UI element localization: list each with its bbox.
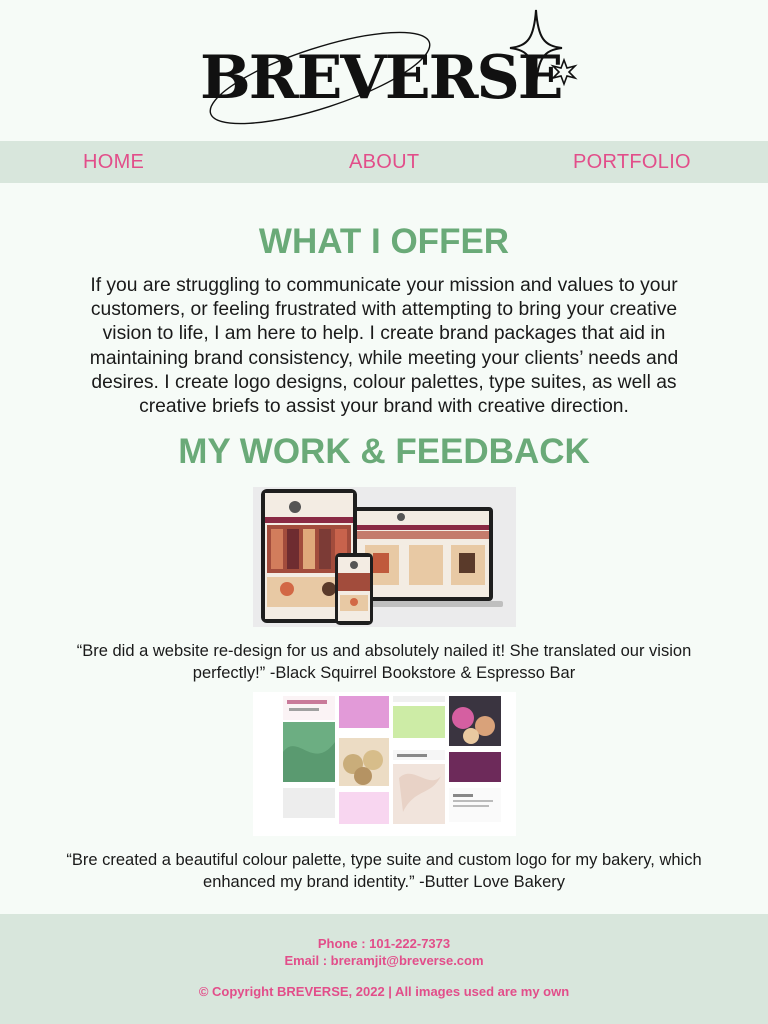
- nav-home-link[interactable]: HOME: [83, 151, 144, 174]
- testimonial-bakery: “Bre created a beautiful colour palette,…: [66, 851, 702, 891]
- site-footer: Phone : 101-222-7373 Email : breramjit@b…: [0, 914, 768, 1024]
- nav-about-link[interactable]: ABOUT: [349, 151, 419, 174]
- brand-palette-image: [253, 692, 516, 836]
- brand-logo[interactable]: BREVERSE: [200, 8, 580, 133]
- website-mockup-image: [253, 487, 516, 627]
- testimonial-bookstore: “Bre did a website re-design for us and …: [76, 642, 692, 682]
- work-heading: MY WORK & FEEDBACK: [178, 432, 590, 471]
- nav-portfolio-link[interactable]: PORTFOLIO: [573, 151, 691, 174]
- offer-heading: WHAT I OFFER: [258, 222, 510, 261]
- footer-email[interactable]: Email : breramjit@breverse.com: [0, 953, 768, 968]
- offer-description: If you are struggling to communicate you…: [89, 275, 679, 418]
- site-header: BREVERSE: [0, 0, 768, 141]
- footer-copyright: © Copyright BREVERSE, 2022 | All images …: [198, 984, 570, 999]
- footer-phone[interactable]: Phone : 101-222-7373: [0, 936, 768, 951]
- main-nav: HOME ABOUT PORTFOLIO: [0, 141, 768, 183]
- logo-wordmark: BREVERSE: [200, 43, 564, 113]
